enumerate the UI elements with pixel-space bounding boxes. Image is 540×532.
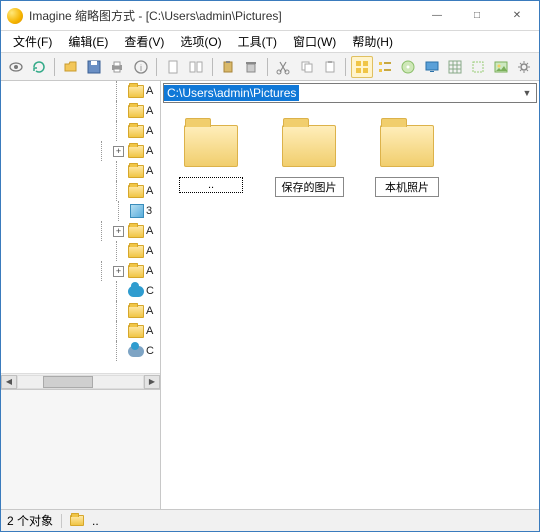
status-bar: 2 个对象 .. bbox=[1, 509, 539, 531]
double-page-icon[interactable] bbox=[185, 56, 206, 78]
folder-icon bbox=[128, 165, 144, 178]
toolbar-separator bbox=[345, 58, 346, 76]
folder-icon bbox=[128, 225, 144, 238]
path-dropdown-icon[interactable]: ▼ bbox=[518, 88, 536, 98]
save-icon[interactable] bbox=[84, 56, 105, 78]
thumb-label: 保存的图片 bbox=[275, 177, 344, 197]
picture-icon[interactable] bbox=[491, 56, 512, 78]
window-title: Imagine 缩略图方式 - [C:\Users\admin\Pictures… bbox=[29, 7, 282, 24]
screen-icon[interactable] bbox=[421, 56, 442, 78]
status-selection: .. bbox=[92, 514, 99, 528]
folder-icon bbox=[128, 85, 144, 98]
menu-help[interactable]: 帮助(H) bbox=[344, 31, 401, 52]
menu-window[interactable]: 窗口(W) bbox=[285, 31, 344, 52]
content-pane: C:\Users\admin\Pictures ▼ .. 保存的图片 本机照片 bbox=[161, 81, 539, 509]
title-bar: Imagine 缩略图方式 - [C:\Users\admin\Pictures… bbox=[1, 1, 539, 31]
delete-icon[interactable] bbox=[241, 56, 262, 78]
box-icon bbox=[130, 204, 144, 218]
toolbar: i bbox=[1, 53, 539, 81]
cut-icon[interactable] bbox=[273, 56, 294, 78]
thumb-up[interactable]: .. bbox=[171, 125, 251, 193]
close-button[interactable]: ✕ bbox=[497, 2, 537, 30]
path-bar[interactable]: C:\Users\admin\Pictures ▼ bbox=[163, 83, 537, 103]
folder-icon bbox=[70, 515, 84, 526]
scroll-right-icon[interactable]: ▶ bbox=[144, 375, 160, 389]
copy-icon[interactable] bbox=[296, 56, 317, 78]
folder-icon bbox=[128, 325, 144, 338]
thumb-label: .. bbox=[179, 177, 243, 193]
expand-icon[interactable]: + bbox=[113, 266, 124, 277]
refresh-icon[interactable] bbox=[28, 56, 49, 78]
menu-options[interactable]: 选项(O) bbox=[172, 31, 229, 52]
menu-view[interactable]: 查看(V) bbox=[116, 31, 172, 52]
folder-icon bbox=[128, 125, 144, 138]
thumb-saved-pictures[interactable]: 保存的图片 bbox=[269, 125, 349, 197]
toolbar-separator bbox=[267, 58, 268, 76]
settings-icon[interactable] bbox=[514, 56, 535, 78]
select-icon[interactable] bbox=[467, 56, 488, 78]
tree-horizontal-scrollbar[interactable]: ◀ ▶ bbox=[1, 373, 160, 389]
tree-pane: A A A +A A A 3 +A A +A C A A C ◀ ▶ bbox=[1, 81, 161, 509]
scroll-left-icon[interactable]: ◀ bbox=[1, 375, 17, 389]
menu-edit[interactable]: 编辑(E) bbox=[60, 31, 116, 52]
thumb-local-photos[interactable]: 本机照片 bbox=[367, 125, 447, 197]
cloud-icon bbox=[128, 286, 144, 297]
expand-icon[interactable]: + bbox=[113, 146, 124, 157]
view-icon[interactable] bbox=[5, 56, 26, 78]
menu-file[interactable]: 文件(F) bbox=[5, 31, 60, 52]
clipboard-icon[interactable] bbox=[319, 56, 340, 78]
preview-pane bbox=[1, 389, 160, 509]
open-icon[interactable] bbox=[60, 56, 81, 78]
page-icon[interactable] bbox=[162, 56, 183, 78]
folder-icon bbox=[128, 305, 144, 318]
maximize-button[interactable]: □ bbox=[457, 2, 497, 30]
folder-icon bbox=[184, 125, 238, 167]
thumbnail-area[interactable]: .. 保存的图片 本机照片 bbox=[161, 105, 539, 509]
thumbnails-icon[interactable] bbox=[351, 56, 372, 78]
folder-tree[interactable]: A A A +A A A 3 +A A +A C A A C bbox=[1, 81, 160, 373]
menu-tools[interactable]: 工具(T) bbox=[230, 31, 285, 52]
main-area: A A A +A A A 3 +A A +A C A A C ◀ ▶ bbox=[1, 81, 539, 509]
toolbar-separator bbox=[156, 58, 157, 76]
scroll-thumb[interactable] bbox=[43, 376, 93, 388]
folder-icon bbox=[128, 105, 144, 118]
folder-icon bbox=[128, 245, 144, 258]
status-count: 2 个对象 bbox=[7, 512, 53, 529]
info-icon[interactable]: i bbox=[130, 56, 151, 78]
path-text[interactable]: C:\Users\admin\Pictures bbox=[164, 85, 299, 101]
paste-icon[interactable] bbox=[217, 56, 238, 78]
expand-icon[interactable]: + bbox=[113, 226, 124, 237]
folder-icon bbox=[282, 125, 336, 167]
disc-icon[interactable] bbox=[398, 56, 419, 78]
thumb-label: 本机照片 bbox=[375, 177, 439, 197]
folder-icon bbox=[128, 265, 144, 278]
toolbar-separator bbox=[212, 58, 213, 76]
app-icon bbox=[7, 8, 23, 24]
list-icon[interactable] bbox=[375, 56, 396, 78]
svg-text:i: i bbox=[140, 63, 142, 73]
folder-icon bbox=[380, 125, 434, 167]
folder-icon bbox=[128, 145, 144, 158]
minimize-button[interactable]: — bbox=[417, 2, 457, 30]
folder-icon bbox=[128, 185, 144, 198]
menu-bar: 文件(F) 编辑(E) 查看(V) 选项(O) 工具(T) 窗口(W) 帮助(H… bbox=[1, 31, 539, 53]
toolbar-separator bbox=[54, 58, 55, 76]
cloud-icon bbox=[128, 346, 144, 357]
print-icon[interactable] bbox=[107, 56, 128, 78]
grid-icon[interactable] bbox=[444, 56, 465, 78]
